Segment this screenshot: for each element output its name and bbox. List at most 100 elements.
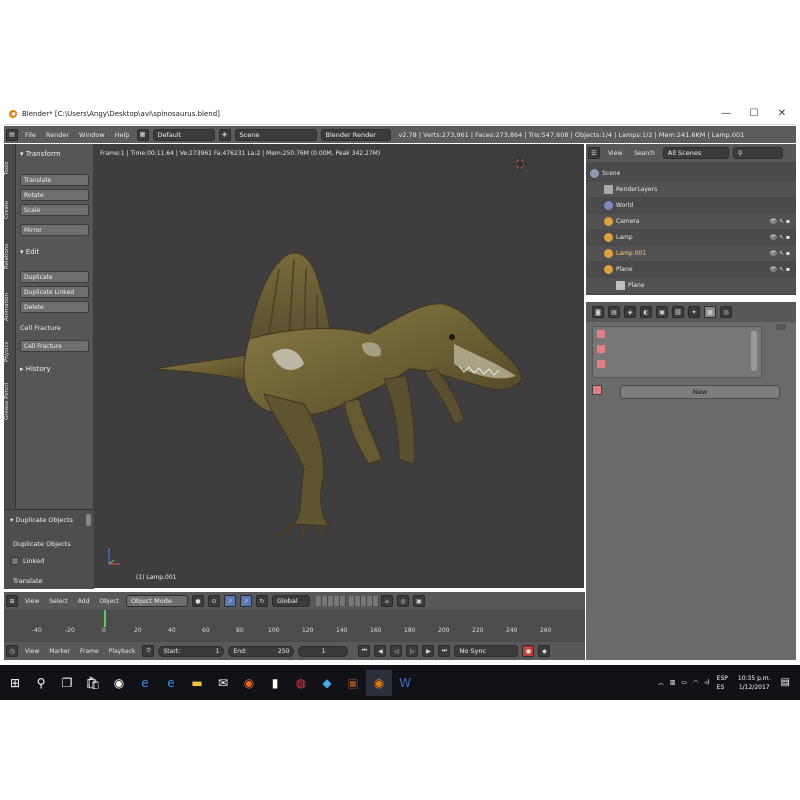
3d-viewport[interactable]: Frame:1 | Time:00:11.64 | Ve:273961 Fa:4… [94,144,584,588]
texture-props-icon[interactable]: ▦ [704,306,716,318]
wifi-icon[interactable]: ◠ [693,679,698,686]
clock[interactable]: 10:35 p.m. 1/12/2017 [738,674,771,692]
timeline-menu-frame[interactable]: Frame [80,648,99,655]
word-icon[interactable]: W [392,670,418,696]
viewport-menu-object[interactable]: Object [99,598,119,605]
ie-icon[interactable]: e [132,670,158,696]
new-texture-button[interactable]: New [620,385,780,399]
layout-icon[interactable]: ▦ [136,128,149,141]
rotate-manip-icon[interactable]: ↻ [255,595,268,607]
task-view-icon[interactable]: ❐ [54,670,80,696]
menu-help[interactable]: Help [115,131,130,139]
current-frame-field[interactable]: 1 [298,645,349,657]
chrome-icon[interactable]: ◍ [288,670,314,696]
layer-buttons[interactable] [315,596,379,606]
app-icon[interactable]: ◉ [106,670,132,696]
menu-render[interactable]: Render [46,131,69,139]
app-icon[interactable]: ▮ [262,670,288,696]
orientation-select[interactable]: Global [271,595,310,607]
file-explorer-icon[interactable]: ▬ [184,670,210,696]
preview-range-icon[interactable]: ⏱ [142,645,155,657]
outliner-menu-view[interactable]: View [608,150,622,157]
linked-checkbox[interactable] [11,557,19,565]
jump-start-icon[interactable]: ⏮ [358,645,371,657]
outliner-item-world[interactable]: World [586,198,796,213]
timeline-menu-view[interactable]: View [25,648,39,655]
history-panel-header[interactable]: ▸ History [20,365,51,373]
outliner-item-lamp-001[interactable]: Lamp.001 👁 ↖ ▪ [586,246,796,261]
viewport-menu-view[interactable]: View [25,598,39,605]
layers-props-icon[interactable]: ▤ [608,306,620,318]
slot-list-scrollbar[interactable] [751,331,757,371]
outliner-item-camera[interactable]: Camera 👁 ↖ ▪ [586,214,796,229]
spinosaurus-model[interactable] [154,244,534,544]
cell-fracture-button[interactable]: Cell Fracture [20,340,89,352]
tab-relations[interactable]: Relations [4,232,16,280]
outliner-menu-search[interactable]: Search [634,150,655,157]
prev-key-icon[interactable]: ◀ [374,645,387,657]
layer-grid-1[interactable] [315,596,346,606]
sync-select[interactable]: No Sync [454,645,519,657]
scene-select[interactable]: Scene [234,128,317,141]
editor-type-icon[interactable]: ▤ [6,128,18,141]
battery-icon[interactable]: ▭ [681,679,687,686]
transform-panel-header[interactable]: ▾ Transform [20,150,61,158]
viewport-menu-select[interactable]: Select [49,598,68,605]
store-icon[interactable]: 🛍 [80,670,106,696]
timeline-menu-playback[interactable]: Playback [109,648,136,655]
object-mode-select[interactable]: Object Mode [125,595,188,607]
shading-icon[interactable]: ● [191,595,204,607]
menu-window[interactable]: Window [79,131,105,139]
end-frame-field[interactable]: End: 250 [228,645,295,657]
slot-menu-icon[interactable] [776,324,786,330]
current-frame-marker[interactable] [104,610,106,627]
mirror-button[interactable]: Mirror [20,224,89,236]
app-icon[interactable]: ▣ [340,670,366,696]
timeline-editor-type-icon[interactable]: ◷ [6,645,18,657]
render-engine-select[interactable]: Blender Render [320,128,391,141]
tab-create[interactable]: Create [4,190,16,230]
language-indicator[interactable]: ESP ES [717,674,728,692]
scene-icon[interactable]: ◈ [218,128,231,141]
proportional-icon[interactable]: ◎ [396,595,409,607]
viewport-editor-type-icon[interactable]: ⊞ [6,595,18,607]
layer-grid-2[interactable] [348,596,379,606]
snap-icon[interactable]: ⌂ [380,595,393,607]
minimize-button[interactable]: — [712,108,740,119]
start-frame-field[interactable]: Start: 1 [158,645,225,657]
scale-button[interactable]: Scale [20,204,89,216]
physics-props-icon[interactable]: ◎ [720,306,732,318]
tab-tools[interactable]: Tools [4,148,16,188]
close-button[interactable]: ✕ [768,108,796,119]
tab-grease-pencil[interactable]: Grease Pencil [4,372,16,430]
play-reverse-icon[interactable]: ◁ [390,645,403,657]
redo-panel-header[interactable]: ▾ Duplicate Objects [10,516,73,524]
visibility-icons[interactable]: 👁 ↖ ▪ [769,266,790,273]
manipulator-icon[interactable]: ↗ [223,595,236,607]
translate-button[interactable]: Translate [20,174,89,186]
record-icon[interactable]: ● [522,645,535,657]
edge-icon[interactable]: e [158,670,184,696]
volume-icon[interactable]: ◃) [704,679,709,686]
texture-slot-list[interactable] [592,326,762,378]
search-icon[interactable]: ⚲ [28,670,54,696]
layout-select[interactable]: Default [152,128,215,141]
world-props-icon[interactable]: ◐ [640,306,652,318]
outliner-filter-select[interactable]: All Scenes [662,147,729,159]
maximize-button[interactable]: ☐ [740,108,768,119]
linked-checkbox-row[interactable]: Linked [11,557,44,565]
object-props-icon[interactable]: ▣ [656,306,668,318]
play-icon[interactable]: ▷ [406,645,419,657]
mail-icon[interactable]: ✉ [210,670,236,696]
network-icon[interactable]: ▥ [670,679,676,686]
outliner-item-plane-mesh[interactable]: Plane [586,278,796,293]
tray-chevron-icon[interactable]: ︿ [658,678,664,687]
duplicate-button[interactable]: Duplicate [20,271,89,283]
render-props-icon[interactable]: ◙ [592,306,604,318]
scene-props-icon[interactable]: ◈ [624,306,636,318]
timeline-menu-marker[interactable]: Marker [49,648,70,655]
outliner-item-lamp[interactable]: Lamp 👁 ↖ ▪ [586,230,796,245]
constraints-props-icon[interactable]: ⛓ [672,306,684,318]
tab-physics[interactable]: Physics [4,334,16,370]
redo-scrollbar[interactable] [86,514,91,526]
